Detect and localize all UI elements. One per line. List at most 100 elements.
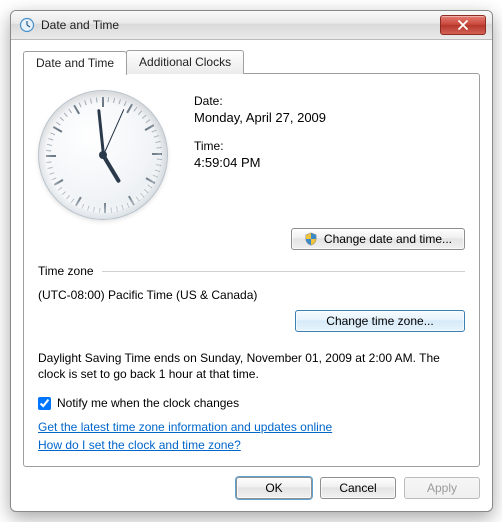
clock-tick-minor (87, 206, 89, 211)
timezone-header-label: Time zone (38, 264, 94, 278)
clock-tick-minor (68, 109, 72, 114)
client-area: Date and Time Additional Clocks Date: (11, 40, 492, 511)
clock-tick-minor (48, 138, 53, 140)
date-value: Monday, April 27, 2009 (194, 110, 465, 125)
clock-tick-minor (62, 191, 66, 195)
dst-info-text: Daylight Saving Time ends on Sunday, Nov… (38, 350, 465, 382)
clock-tick-minor (155, 169, 160, 171)
clock-tick-minor (108, 97, 110, 102)
change-datetime-row: Change date and time... (38, 228, 465, 250)
clock-tick-major (46, 155, 56, 157)
tab-additional-clocks[interactable]: Additional Clocks (126, 50, 244, 74)
divider (102, 271, 465, 272)
titlebar: Date and Time (11, 11, 492, 40)
clock-tick-major (104, 203, 106, 213)
change-time-zone-button[interactable]: Change time zone... (295, 310, 465, 332)
analog-clock-container (38, 88, 188, 220)
clock-tick-minor (152, 130, 157, 133)
clock-tick-minor (118, 99, 120, 104)
timezone-header: Time zone (38, 264, 465, 278)
clock-tick-major (145, 124, 155, 131)
clock-tick-major (146, 177, 156, 184)
clock-tick-minor (144, 189, 148, 193)
clock-tick-major (73, 105, 80, 115)
dialog-footer: OK Cancel Apply (23, 477, 480, 499)
clock-tick-major (54, 179, 64, 186)
clock-tick-minor (155, 141, 160, 143)
clock-tick-minor (81, 204, 84, 209)
date-label: Date: (194, 94, 465, 108)
analog-clock (38, 90, 168, 220)
clock-tick-minor (136, 197, 140, 202)
clock-tick-minor (147, 185, 152, 189)
shield-icon (304, 232, 318, 246)
apply-button: Apply (404, 477, 480, 499)
tab-additional-clocks-label: Additional Clocks (139, 55, 231, 69)
change-timezone-row: Change time zone... (38, 310, 465, 332)
tab-date-and-time[interactable]: Date and Time (23, 51, 127, 75)
time-value: 4:59:04 PM (194, 155, 465, 170)
clock-tick-minor (71, 198, 75, 203)
clock-tick-minor (124, 101, 127, 106)
clock-tick-minor (116, 206, 118, 211)
ok-button-label: OK (265, 481, 282, 495)
window-title: Date and Time (41, 18, 119, 32)
change-date-time-button[interactable]: Change date and time... (291, 228, 465, 250)
ok-button[interactable]: OK (236, 477, 312, 499)
clock-tick-minor (84, 100, 86, 105)
clock-tick-minor (47, 167, 52, 169)
clock-tick-major (102, 97, 104, 107)
clock-tick-minor (50, 132, 55, 135)
clock-tick-minor (60, 117, 64, 121)
link-help-set-clock[interactable]: How do I set the clock and time zone? (38, 438, 241, 452)
clock-tick-minor (66, 195, 70, 199)
clock-tick-minor (113, 98, 115, 103)
clock-second-hand (103, 109, 124, 155)
clock-tick-minor (138, 111, 142, 115)
cancel-button-label: Cancel (339, 481, 376, 495)
clock-tick-major (152, 153, 162, 155)
clock-tick-minor (49, 172, 54, 174)
clock-tick-minor (90, 98, 92, 103)
close-button[interactable] (440, 15, 486, 35)
clock-tick-minor (156, 164, 161, 166)
clock-tick-minor (79, 102, 82, 107)
notify-row: Notify me when the clock changes (38, 396, 465, 410)
clock-tick-minor (140, 193, 144, 197)
apply-button-label: Apply (427, 481, 457, 495)
clock-tick-minor (46, 162, 51, 164)
clock-tick-minor (126, 203, 129, 208)
clock-tick-minor (157, 159, 162, 161)
clock-hour-hand (101, 154, 121, 183)
clock-tick-minor (142, 115, 146, 119)
clock-tick-minor (56, 122, 61, 126)
tab-date-and-time-label: Date and Time (36, 56, 114, 70)
clock-tick-minor (99, 208, 101, 213)
clock-tick-minor (58, 187, 63, 191)
clock-tick-minor (93, 207, 95, 212)
clock-tick-minor (153, 175, 158, 178)
timezone-value: (UTC-08:00) Pacific Time (US & Canada) (38, 288, 465, 302)
clock-hub (99, 151, 107, 159)
clock-icon (19, 17, 35, 33)
clock-tick-minor (121, 205, 123, 210)
clock-tick-minor (146, 119, 151, 123)
cancel-button[interactable]: Cancel (320, 477, 396, 499)
notify-checkbox[interactable] (38, 397, 51, 410)
clock-tick-major (126, 104, 133, 114)
clock-tick-minor (111, 208, 113, 213)
clock-tick-major (75, 197, 82, 207)
clock-tick-major (53, 126, 63, 133)
datetime-info: Date: Monday, April 27, 2009 Time: 4:59:… (188, 88, 465, 220)
tab-strip: Date and Time Additional Clocks (23, 50, 480, 74)
notify-label[interactable]: Notify me when the clock changes (57, 396, 239, 410)
clock-tick-minor (47, 144, 52, 146)
change-date-time-button-label: Change date and time... (324, 232, 452, 246)
close-icon (457, 20, 469, 30)
clock-tick-minor (51, 177, 56, 180)
clock-tick-major (128, 196, 135, 206)
links-block: Get the latest time zone information and… (38, 420, 465, 456)
link-timezone-updates[interactable]: Get the latest time zone information and… (38, 420, 332, 434)
clock-tick-minor (154, 135, 159, 137)
change-time-zone-button-label: Change time zone... (326, 314, 433, 328)
